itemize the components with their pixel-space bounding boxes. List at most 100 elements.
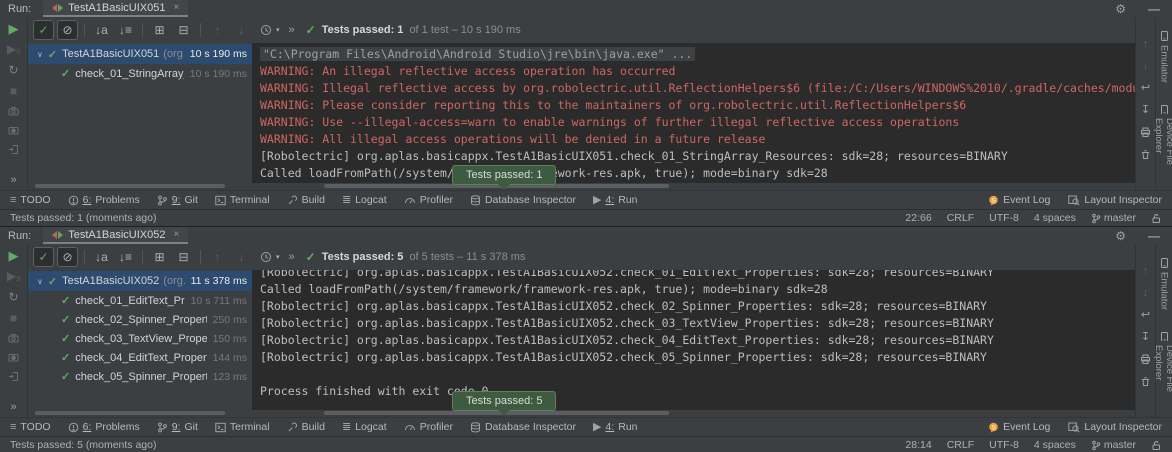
toolwindow-logcat[interactable]: ≣Logcat (342, 194, 387, 206)
caret-position[interactable]: 22:66 (905, 212, 931, 224)
rerun-failed-tests-icon[interactable]: ↻ (8, 64, 18, 77)
toolbar-more-icon[interactable]: » (289, 24, 295, 36)
toolwindow-run[interactable]: ▶4:Run (593, 421, 638, 433)
test-tree-root-row[interactable]: ∨ ✓ TestA1BasicUIX052(org.aplas.basica 1… (28, 271, 252, 291)
toolwindow-problems[interactable]: 6:Problems (68, 421, 140, 433)
attach-window-icon[interactable] (8, 371, 19, 382)
test-tree-row[interactable]: ✓ check_01_StringArray_Resources 10 s 19… (28, 64, 252, 83)
event-log-button[interactable]: SEvent Log (988, 421, 1050, 433)
rerun-failed-tests-icon[interactable]: ↻ (8, 291, 18, 304)
sort-alphabetically-icon[interactable]: ↓a (91, 247, 112, 267)
run-console[interactable]: [Robolectric] org.aplas.basicappx.TestA1… (252, 270, 1135, 410)
screen-record-icon[interactable] (8, 125, 19, 136)
caret-position[interactable]: 28:14 (905, 439, 931, 451)
tree-expand-chevron-icon[interactable]: ∨ (37, 50, 43, 59)
rerun-tests-icon[interactable]: ▶ (9, 22, 19, 35)
layout-inspector-button[interactable]: Layout Inspector (1068, 194, 1162, 206)
stripe-device-file-explorer[interactable]: Device File Explorer (1153, 105, 1172, 190)
test-history-icon[interactable] (255, 20, 276, 40)
indent-setting[interactable]: 4 spaces (1034, 439, 1076, 451)
file-encoding[interactable]: UTF-8 (989, 212, 1019, 224)
run-tab[interactable]: TestA1BasicUIX051 × (43, 0, 188, 17)
soft-wrap-icon[interactable]: ↩ (1141, 310, 1150, 321)
toolwindow-git[interactable]: 9:Git (157, 421, 198, 433)
print-icon[interactable] (1140, 127, 1151, 138)
collapse-all-icon[interactable]: ⊟ (173, 247, 194, 267)
test-tree-root-row[interactable]: ∨ ✓ TestA1BasicUIX051(org.aplas.basica 1… (28, 44, 252, 64)
toolbar-overflow-icon[interactable]: » (10, 401, 16, 413)
tree-hscroll-thumb[interactable] (35, 184, 225, 188)
test-tree-row[interactable]: ✓ check_01_EditText_Properties 10 s 711 … (28, 291, 252, 310)
screenshot-icon[interactable] (8, 333, 19, 344)
scroll-to-end-icon[interactable]: ↧ (1141, 332, 1150, 343)
toolbar-more-icon[interactable]: » (289, 251, 295, 263)
show-passed-icon[interactable]: ✓ (33, 20, 54, 40)
lock-icon[interactable] (1151, 440, 1162, 451)
toolwindow-terminal[interactable]: Terminal (215, 194, 270, 206)
tree-hscroll-thumb[interactable] (35, 411, 225, 415)
console-hscroll-thumb[interactable] (324, 411, 669, 415)
screenshot-icon[interactable] (8, 106, 19, 117)
clear-all-icon[interactable] (1140, 149, 1151, 160)
layout-inspector-button[interactable]: Layout Inspector (1068, 421, 1162, 433)
stop-icon[interactable]: ■ (10, 312, 17, 325)
lock-icon[interactable] (1151, 213, 1162, 224)
run-tab[interactable]: TestA1BasicUIX052 × (43, 227, 188, 244)
close-tab-icon[interactable]: × (173, 2, 179, 13)
down-stack-trace-icon[interactable]: ↓ (1143, 61, 1149, 72)
up-stack-trace-icon[interactable]: ↑ (1143, 266, 1149, 277)
next-failed-icon[interactable]: ↓ (231, 247, 252, 267)
toolwindow-todo[interactable]: ≡TODO (10, 421, 51, 433)
toolwindow-build[interactable]: Build (287, 421, 325, 433)
previous-failed-icon[interactable]: ↑ (207, 247, 228, 267)
toolwindow-profiler[interactable]: Profiler (404, 194, 453, 206)
test-tree-row[interactable]: ✓ check_02_Spinner_Properties 250 ms (28, 310, 252, 329)
close-tab-icon[interactable]: × (173, 229, 179, 240)
stripe-emulator[interactable]: Emulator (1159, 258, 1170, 310)
toolwindow-database-inspector[interactable]: Database Inspector (470, 421, 576, 433)
sort-by-duration-icon[interactable]: ↓≡ (115, 247, 136, 267)
toolwindow-logcat[interactable]: ≣Logcat (342, 421, 387, 433)
stop-icon[interactable]: ■ (10, 85, 17, 98)
expand-all-icon[interactable]: ⊞ (149, 247, 170, 267)
git-branch-widget[interactable]: master (1091, 212, 1136, 224)
toolwindow-terminal[interactable]: Terminal (215, 421, 270, 433)
next-failed-icon[interactable]: ↓ (231, 20, 252, 40)
hide-window-icon[interactable]: — (1148, 229, 1160, 243)
sort-alphabetically-icon[interactable]: ↓a (91, 20, 112, 40)
file-encoding[interactable]: UTF-8 (989, 439, 1019, 451)
line-separator[interactable]: CRLF (947, 439, 974, 451)
soft-wrap-icon[interactable]: ↩ (1141, 83, 1150, 94)
screen-record-icon[interactable] (8, 352, 19, 363)
toolwindow-git[interactable]: 9:Git (157, 194, 198, 206)
toolwindow-run[interactable]: ▶4:Run (593, 194, 638, 206)
scroll-to-end-icon[interactable]: ↧ (1141, 105, 1150, 116)
previous-failed-icon[interactable]: ↑ (207, 20, 228, 40)
show-ignored-icon[interactable]: ⊘ (57, 20, 78, 40)
toolwindow-database-inspector[interactable]: Database Inspector (470, 194, 576, 206)
toolwindow-problems[interactable]: 6:Problems (68, 194, 140, 206)
git-branch-widget[interactable]: master (1091, 439, 1136, 451)
test-tree-row[interactable]: ✓ check_05_Spinner_Properties 123 ms (28, 367, 252, 386)
stripe-emulator[interactable]: Emulator (1159, 31, 1170, 83)
resume-icon[interactable]: ▶9 (7, 270, 20, 283)
attach-window-icon[interactable] (8, 144, 19, 155)
expand-all-icon[interactable]: ⊞ (149, 20, 170, 40)
test-history-icon[interactable] (255, 247, 276, 267)
test-tree-row[interactable]: ✓ check_04_EditText_Properties 144 ms (28, 348, 252, 367)
resume-icon[interactable]: ▶9 (7, 43, 20, 56)
rerun-tests-icon[interactable]: ▶ (9, 249, 19, 262)
down-stack-trace-icon[interactable]: ↓ (1143, 288, 1149, 299)
toolwindow-profiler[interactable]: Profiler (404, 421, 453, 433)
collapse-all-icon[interactable]: ⊟ (173, 20, 194, 40)
toolbar-overflow-icon[interactable]: » (10, 174, 16, 186)
tree-expand-chevron-icon[interactable]: ∨ (37, 277, 43, 286)
sort-by-duration-icon[interactable]: ↓≡ (115, 20, 136, 40)
up-stack-trace-icon[interactable]: ↑ (1143, 39, 1149, 50)
show-passed-icon[interactable]: ✓ (33, 247, 54, 267)
show-ignored-icon[interactable]: ⊘ (57, 247, 78, 267)
print-icon[interactable] (1140, 354, 1151, 365)
hide-window-icon[interactable]: — (1148, 2, 1160, 16)
stripe-device-file-explorer[interactable]: Device File Explorer (1153, 332, 1172, 417)
indent-setting[interactable]: 4 spaces (1034, 212, 1076, 224)
